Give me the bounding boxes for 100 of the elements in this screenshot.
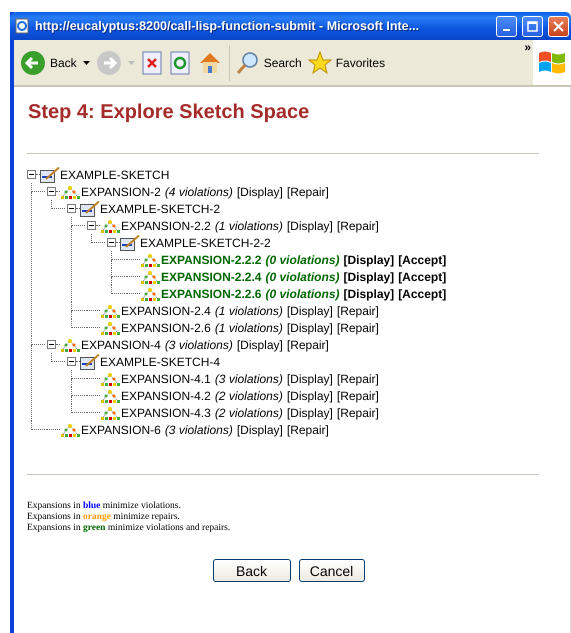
- expansion-name: EXPANSION-2: [81, 184, 161, 198]
- maximize-button[interactable]: [522, 16, 543, 36]
- minimize-button[interactable]: [496, 16, 517, 36]
- violation-count: (0 violations): [265, 252, 340, 266]
- violation-count: (1 violations): [214, 320, 283, 334]
- action-link[interactable]: [Display]: [344, 270, 394, 284]
- action-link[interactable]: [Repair]: [286, 338, 329, 352]
- expansion-icon: [100, 218, 120, 232]
- action-link[interactable]: [Display]: [286, 372, 333, 386]
- star-icon: [308, 50, 332, 74]
- action-link[interactable]: [Display]: [236, 184, 283, 198]
- expansion-icon: [140, 252, 160, 266]
- expansion-name: EXPANSION-4.2: [121, 388, 211, 402]
- form-button[interactable]: Cancel: [298, 559, 364, 582]
- collapse-icon[interactable]: [47, 340, 56, 349]
- connector-line: [91, 234, 105, 243]
- collapse-icon[interactable]: [67, 204, 76, 213]
- expansion-icon: [100, 388, 120, 402]
- violation-count: (2 violations): [214, 406, 283, 420]
- action-link[interactable]: [Display]: [286, 320, 333, 334]
- expansion-name: EXPANSION-4: [81, 338, 161, 352]
- violation-count: (3 violations): [214, 372, 283, 386]
- action-link[interactable]: [Display]: [286, 304, 333, 318]
- search-icon: [236, 50, 260, 74]
- sketch-icon: [80, 200, 100, 216]
- maximize-icon: [527, 20, 538, 32]
- action-link[interactable]: [Display]: [286, 218, 333, 232]
- action-link[interactable]: [Repair]: [336, 304, 379, 318]
- collapse-icon[interactable]: [67, 357, 76, 366]
- action-link[interactable]: [Accept]: [398, 286, 446, 300]
- expansion-icon: [60, 184, 80, 198]
- favorites-button[interactable]: Favorites: [308, 50, 386, 74]
- expansion-icon: [60, 338, 80, 352]
- stop-icon[interactable]: [140, 50, 163, 76]
- violation-count: (3 violations): [164, 338, 233, 352]
- action-link[interactable]: [Repair]: [286, 422, 329, 436]
- action-link[interactable]: [Display]: [286, 388, 333, 402]
- page-heading: Step 4: Explore Sketch Space: [28, 101, 310, 124]
- expansion-name: EXPANSION-4.3: [121, 406, 211, 420]
- expansion-icon: [100, 372, 120, 386]
- flag-icon: [537, 48, 567, 76]
- action-link[interactable]: [Display]: [286, 406, 333, 420]
- expansion-icon: [100, 406, 120, 420]
- violation-count: (0 violations): [265, 270, 340, 284]
- action-link[interactable]: [Repair]: [336, 388, 379, 402]
- expansion-name: EXPANSION-4.1: [121, 372, 211, 386]
- back-button[interactable]: Back: [20, 50, 77, 76]
- expansion-name: EXPANSION-2.2.2: [161, 252, 262, 266]
- window-title: http://eucalyptus:8200/call-lisp-function-submit - Microsoft Inte...: [35, 19, 420, 33]
- close-icon: [553, 20, 564, 32]
- expansion-icon: [140, 286, 160, 300]
- legend-text: Expansions in blue minimize violations.: [27, 501, 181, 512]
- legend-text: Expansions in orange minimize repairs.: [27, 512, 180, 523]
- sketch-icon: [120, 234, 140, 250]
- expansion-icon: [100, 304, 120, 318]
- violation-count: (1 violations): [214, 218, 283, 232]
- sketch-icon: [80, 354, 100, 370]
- action-link[interactable]: [Display]: [236, 338, 283, 352]
- violation-count: (0 violations): [265, 286, 340, 300]
- action-link[interactable]: [Repair]: [336, 320, 379, 334]
- action-link[interactable]: [Repair]: [336, 218, 379, 232]
- sketch-name: EXAMPLE-SKETCH-4: [100, 354, 220, 368]
- dropdown-caret-icon[interactable]: [82, 60, 90, 64]
- action-link[interactable]: [Accept]: [398, 252, 446, 266]
- action-link[interactable]: [Display]: [344, 252, 394, 266]
- expansion-name: EXPANSION-2.6: [121, 320, 211, 334]
- connector-line: [51, 200, 65, 209]
- action-link[interactable]: [Display]: [344, 286, 394, 300]
- search-button[interactable]: Search: [236, 50, 302, 74]
- expansion-icon: [60, 422, 80, 436]
- sketch-icon: [40, 166, 60, 182]
- violation-count: (3 violations): [164, 422, 233, 436]
- violation-count: (2 violations): [214, 388, 283, 402]
- form-button[interactable]: Back: [212, 559, 290, 582]
- expansion-icon: [100, 320, 120, 334]
- sketch-name: EXAMPLE-SKETCH-2: [100, 202, 220, 216]
- expansion-name: EXPANSION-2.4: [121, 304, 211, 318]
- legend-text: Expansions in green minimize violations and repairs.: [27, 523, 230, 534]
- page-icon: [14, 18, 30, 34]
- action-link[interactable]: [Repair]: [336, 406, 379, 420]
- close-button[interactable]: [548, 16, 569, 36]
- expansion-name: EXPANSION-2.2.4: [161, 270, 262, 284]
- sketch-name: EXAMPLE-SKETCH-2-2: [140, 236, 271, 250]
- action-link[interactable]: [Display]: [236, 422, 283, 436]
- violation-count: (4 violations): [164, 184, 233, 198]
- expansion-name: EXPANSION-2.2: [121, 218, 211, 232]
- expansion-icon: [140, 270, 160, 284]
- collapse-icon[interactable]: [47, 187, 56, 196]
- toolbar-overflow[interactable]: »: [524, 40, 531, 54]
- collapse-icon[interactable]: [107, 238, 116, 247]
- collapse-icon[interactable]: [87, 221, 96, 230]
- action-link[interactable]: [Accept]: [398, 270, 446, 284]
- connector-line: [51, 353, 65, 362]
- action-link[interactable]: [Repair]: [336, 372, 379, 386]
- sketch-name: EXAMPLE-SKETCH: [60, 168, 170, 182]
- expansion-name: EXPANSION-6: [81, 422, 161, 436]
- action-link[interactable]: [Repair]: [286, 184, 329, 198]
- refresh-icon[interactable]: [168, 50, 191, 76]
- collapse-icon[interactable]: [27, 170, 36, 179]
- violation-count: (1 violations): [214, 304, 283, 318]
